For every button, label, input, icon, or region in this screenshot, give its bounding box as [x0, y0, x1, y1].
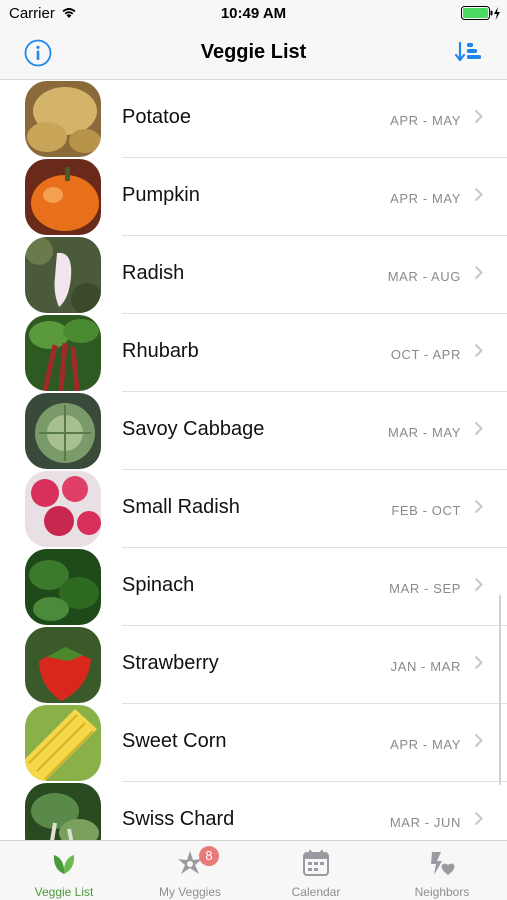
swiss-chard-thumbnail [25, 783, 101, 840]
season-range: APR - MAY [390, 113, 461, 128]
list-item[interactable]: Sweet Corn APR - MAY [0, 704, 507, 782]
season-range: MAR - SEP [389, 581, 461, 596]
tab-bar: Veggie List 8 My Veggies Calendar Neighb… [0, 840, 507, 900]
tab-label: Calendar [291, 885, 341, 899]
strawberry-thumbnail [25, 627, 101, 703]
scroll-indicator[interactable] [499, 595, 501, 785]
veggie-name: Rhubarb [122, 340, 199, 362]
veggie-name: Strawberry [122, 652, 219, 674]
list-item[interactable]: Strawberry JAN - MAR [0, 626, 507, 704]
neighbors-icon [428, 849, 456, 877]
chevron-right-icon [474, 265, 483, 285]
list-item[interactable]: Spinach MAR - SEP [0, 548, 507, 626]
veggie-name: Swiss Chard [122, 808, 235, 830]
tab-veggie-list[interactable]: Veggie List [1, 841, 127, 900]
list-item[interactable]: Pumpkin APR - MAY [0, 158, 507, 236]
navigation-bar: Veggie List [0, 28, 507, 80]
radish-thumbnail [25, 237, 101, 313]
potatoe-thumbnail [25, 81, 101, 157]
veggie-name: Small Radish [122, 496, 240, 518]
season-range: MAR - JUN [389, 815, 461, 830]
chevron-right-icon [474, 109, 483, 129]
small-radish-thumbnail [25, 471, 101, 547]
tab-label: Veggie List [34, 885, 94, 899]
veggie-name: Spinach [122, 574, 195, 596]
season-range: MAR - MAY [387, 425, 461, 440]
chevron-right-icon [474, 655, 483, 675]
veggie-name: Radish [122, 262, 185, 284]
pumpkin-thumbnail [25, 159, 101, 235]
sort-button[interactable] [454, 40, 483, 66]
season-range: APR - MAY [390, 191, 461, 206]
season-range: JAN - MAR [390, 659, 461, 674]
chevron-right-icon [474, 343, 483, 363]
status-bar: Carrier 10:49 AM [0, 0, 507, 28]
list-item[interactable]: Radish MAR - AUG [0, 236, 507, 314]
chevron-right-icon [474, 421, 483, 441]
veggie-name: Potatoe [122, 106, 191, 128]
chevron-right-icon [474, 499, 483, 519]
tab-label: My Veggies [158, 885, 222, 899]
chevron-right-icon [474, 733, 483, 753]
veggie-name: Pumpkin [122, 184, 200, 206]
veggie-name: Savoy Cabbage [122, 418, 265, 440]
sort-icon [454, 41, 481, 62]
veggie-list[interactable]: Potatoe APR - MAY Pumpkin APR - MAY Radi… [0, 80, 507, 840]
season-range: FEB - OCT [391, 503, 461, 518]
season-range: MAR - AUG [387, 269, 461, 284]
tab-neighbors[interactable]: Neighbors [379, 841, 505, 900]
chevron-right-icon [474, 187, 483, 207]
tab-label: Neighbors [414, 885, 470, 899]
list-item[interactable]: Small Radish FEB - OCT [0, 470, 507, 548]
calendar-icon [302, 849, 330, 877]
rhubarb-thumbnail [25, 315, 101, 391]
tab-calendar[interactable]: Calendar [253, 841, 379, 900]
chevron-right-icon [474, 577, 483, 597]
list-item[interactable]: Rhubarb OCT - APR [0, 314, 507, 392]
list-item[interactable]: Swiss Chard MAR - JUN [0, 782, 507, 840]
page-title: Veggie List [200, 41, 307, 63]
list-item[interactable]: Savoy Cabbage MAR - MAY [0, 392, 507, 470]
veggie-name: Sweet Corn [122, 730, 227, 752]
tab-my-veggies[interactable]: 8 My Veggies [127, 841, 253, 900]
sweet-corn-thumbnail [25, 705, 101, 781]
clock: 10:49 AM [220, 5, 287, 22]
chevron-right-icon [474, 811, 483, 831]
spinach-thumbnail [25, 549, 101, 625]
battery-icon [461, 6, 501, 26]
list-item[interactable]: Potatoe APR - MAY [0, 80, 507, 158]
season-range: APR - MAY [390, 737, 461, 752]
season-range: OCT - APR [390, 347, 461, 362]
savoy-cabbage-thumbnail [25, 393, 101, 469]
leaf-icon [50, 849, 78, 877]
badge-count: 8 [199, 846, 219, 866]
